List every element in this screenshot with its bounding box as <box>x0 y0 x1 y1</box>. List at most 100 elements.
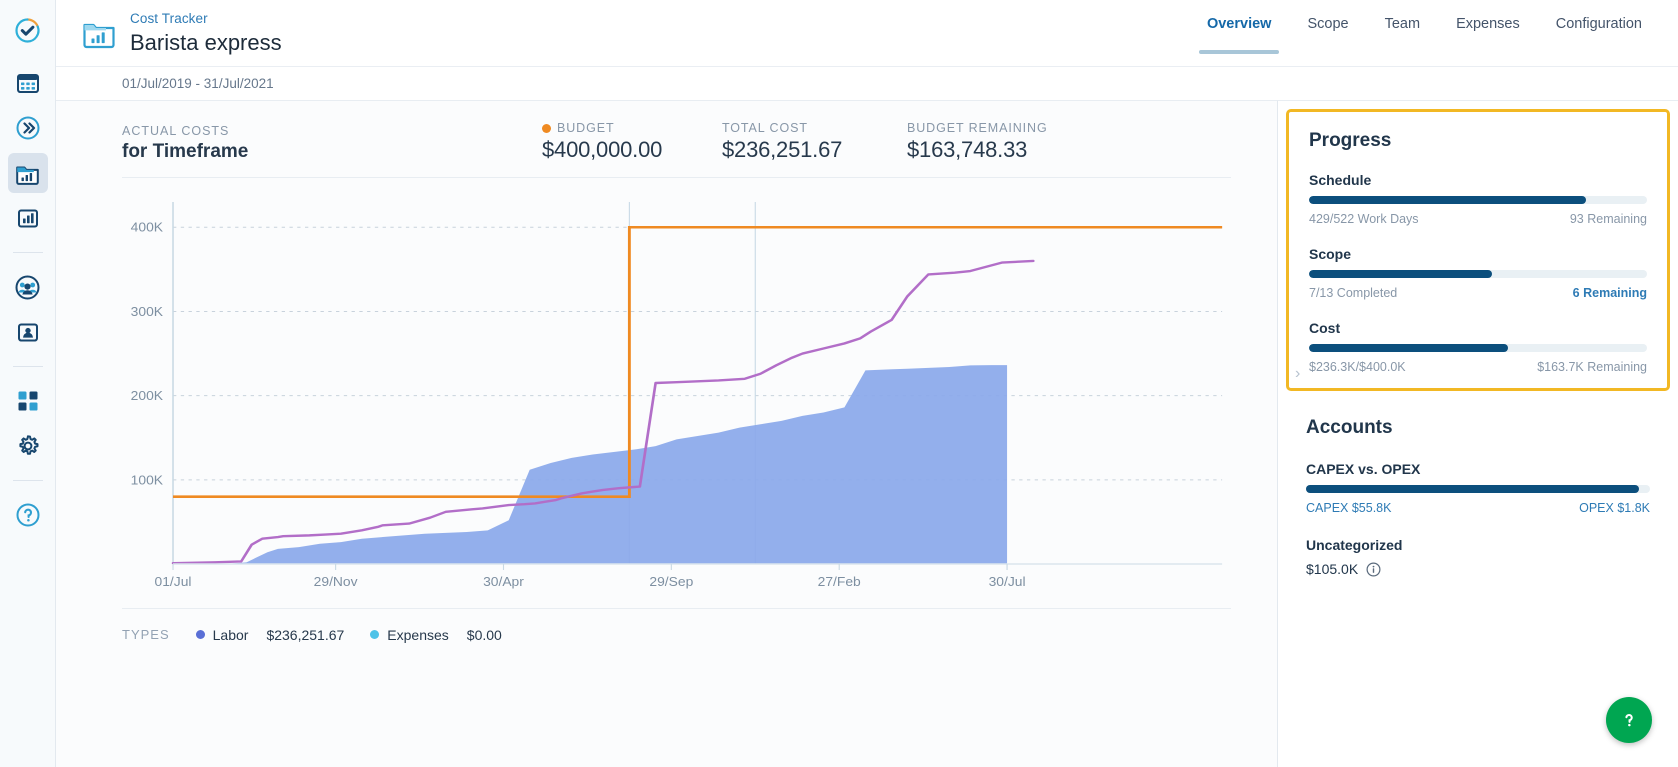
date-range-text: 01/Jul/2019 - 31/Jul/2021 <box>122 76 274 91</box>
cost-progress-right-text: $163.7K Remaining <box>1537 360 1647 374</box>
progress-row-scope: Scope 7/13 Completed 6 Remaining <box>1309 246 1647 300</box>
uncategorized-label: Uncategorized <box>1306 537 1403 553</box>
cost-chart-panel: ACTUAL COSTS for Timeframe BUDGET $400,0… <box>56 100 1278 767</box>
kpi-budget: BUDGET $400,000.00 <box>542 121 662 163</box>
sidebar-item-projects[interactable] <box>7 153 48 193</box>
schedule-label: Schedule <box>1309 172 1372 188</box>
sidebar-item-help[interactable] <box>8 495 48 535</box>
right-summary-panel: Progress Schedule 429/522 Work Days 93 R… <box>1278 100 1678 767</box>
calendar-icon <box>16 74 39 93</box>
schedule-progress-right-text: 93 Remaining <box>1569 212 1647 226</box>
legend-item-expenses[interactable]: Expenses $0.00 <box>370 627 502 643</box>
sidebar-item-settings[interactable] <box>8 426 48 466</box>
progress-title: Progress <box>1309 130 1392 151</box>
project-folder-chart-icon-header <box>83 23 115 49</box>
cost-progress-fill <box>1309 344 1509 352</box>
gear-icon <box>18 435 38 455</box>
scope-remaining-link[interactable]: 6 Remaining <box>1573 286 1647 300</box>
accounts-title: Accounts <box>1306 417 1393 438</box>
total-cost-label: TOTAL COST <box>722 121 808 135</box>
project-heading: Cost Tracker Barista express <box>130 8 282 57</box>
info-circle-icon[interactable] <box>1366 562 1381 577</box>
actual-costs-label: ACTUAL COSTS <box>122 124 230 138</box>
svg-text:29/Nov: 29/Nov <box>314 575 358 589</box>
left-nav-rail <box>0 0 56 767</box>
legend-value-expenses: $0.00 <box>466 626 502 643</box>
breadcrumb[interactable]: Cost Tracker <box>130 10 282 28</box>
svg-text:29/Sep: 29/Sep <box>649 575 693 589</box>
scope-progress-bar <box>1309 270 1647 278</box>
budget-label: BUDGET <box>557 121 615 135</box>
scope-progress-fill <box>1309 270 1492 278</box>
actual-costs-subtitle: for Timeframe <box>122 141 249 162</box>
rail-divider-2 <box>12 366 43 367</box>
sidebar-item-teams[interactable] <box>8 267 48 307</box>
cost-progress-bar <box>1309 344 1647 352</box>
legend-label-expenses: Expenses <box>387 626 449 643</box>
chevrons-right-icon-button[interactable] <box>8 108 48 148</box>
capex-opex-label: CAPEX vs. OPEX <box>1306 461 1421 477</box>
chevrons-right-icon <box>16 116 39 140</box>
tab-configuration[interactable]: Configuration <box>1556 16 1642 54</box>
chevron-right-icon[interactable]: › <box>1295 366 1300 382</box>
expenses-legend-dot-icon <box>370 630 380 639</box>
budget-legend-dot-icon <box>542 123 551 133</box>
labor-legend-dot-icon <box>195 630 205 639</box>
calendar-icon-button[interactable] <box>8 63 48 103</box>
main-column: Cost Tracker Barista express Overview Sc… <box>56 0 1678 767</box>
content-area: ACTUAL COSTS for Timeframe BUDGET $400,0… <box>56 100 1678 767</box>
cost-label: Cost <box>1309 320 1341 336</box>
uncategorized-value: $105.0K <box>1306 561 1359 577</box>
svg-text:400K: 400K <box>131 220 164 234</box>
opex-value[interactable]: OPEX $1.8K <box>1579 501 1650 515</box>
progress-row-schedule: Schedule 429/522 Work Days 93 Remaining <box>1309 172 1647 226</box>
page-title: Barista express <box>130 30 282 55</box>
cost-over-time-chart[interactable]: 100K 200K 300K 400K 01/Jul 29/Nov 30/Apr 29/Sep… <box>122 188 1231 608</box>
help-question-icon <box>1625 713 1633 727</box>
apps-grid-icon <box>18 391 37 411</box>
sidebar-item-apps[interactable] <box>8 381 48 421</box>
top-bar: Cost Tracker Barista express Overview Sc… <box>56 0 1678 66</box>
tasks-check-icon-button[interactable] <box>8 10 48 50</box>
help-circle-icon <box>16 503 39 527</box>
kpi-row: ACTUAL COSTS for Timeframe BUDGET $400,0… <box>122 101 1231 178</box>
sidebar-item-reports[interactable] <box>8 198 48 238</box>
cost-progress-left-text: $236.3K/$400.0K <box>1309 360 1406 374</box>
schedule-progress-fill <box>1309 196 1587 204</box>
tasks-check-icon <box>15 17 40 43</box>
project-folder-chart-icon <box>16 166 39 185</box>
tab-scope[interactable]: Scope <box>1307 16 1348 54</box>
chart-plot-area[interactable]: 100K 200K 300K 400K 01/Jul 29/Nov 30/Apr 29/Sep… <box>122 188 1231 608</box>
tab-team[interactable]: Team <box>1385 16 1420 54</box>
capex-bar-fill <box>1306 485 1640 493</box>
legend-label-labor: Labor <box>212 626 249 643</box>
schedule-progress-bar <box>1309 196 1647 204</box>
scope-label: Scope <box>1309 246 1352 262</box>
scope-progress-left-text: 7/13 Completed <box>1309 286 1398 300</box>
chart-legend: TYPES Labor $236,251.67 Expenses $0.00 <box>122 608 1231 660</box>
progress-row-cost: Cost $236.3K/$400.0K $163.7K Remaining <box>1309 320 1647 374</box>
contact-card-icon <box>17 323 38 342</box>
capex-value[interactable]: CAPEX $55.8K <box>1306 501 1391 515</box>
svg-text:100K: 100K <box>131 473 164 487</box>
sidebar-item-contacts[interactable] <box>8 312 48 352</box>
svg-text:01/Jul: 01/Jul <box>155 575 192 589</box>
date-range-row: 01/Jul/2019 - 31/Jul/2021 <box>56 66 1678 100</box>
svg-text:300K: 300K <box>131 305 164 319</box>
legend-value-labor: $236,251.67 <box>266 626 345 643</box>
tab-expenses[interactable]: Expenses <box>1456 16 1520 54</box>
tab-overview[interactable]: Overview <box>1199 16 1279 54</box>
kpi-total-cost: TOTAL COST $236,251.67 <box>722 121 842 163</box>
bar-chart-icon <box>17 209 38 228</box>
budget-remaining-label: BUDGET REMAINING <box>907 121 1048 135</box>
people-group-icon <box>15 275 40 299</box>
svg-text:200K: 200K <box>131 389 164 403</box>
rail-divider-3 <box>12 480 43 481</box>
svg-text:27/Feb: 27/Feb <box>818 575 861 589</box>
budget-value: $400,000.00 <box>542 137 663 162</box>
rail-divider-1 <box>12 252 43 253</box>
svg-text:30/Apr: 30/Apr <box>483 575 524 589</box>
legend-item-labor[interactable]: Labor $236,251.67 <box>195 626 345 643</box>
help-fab-button[interactable] <box>1606 697 1652 743</box>
budget-remaining-value: $163,748.33 <box>907 137 1028 162</box>
